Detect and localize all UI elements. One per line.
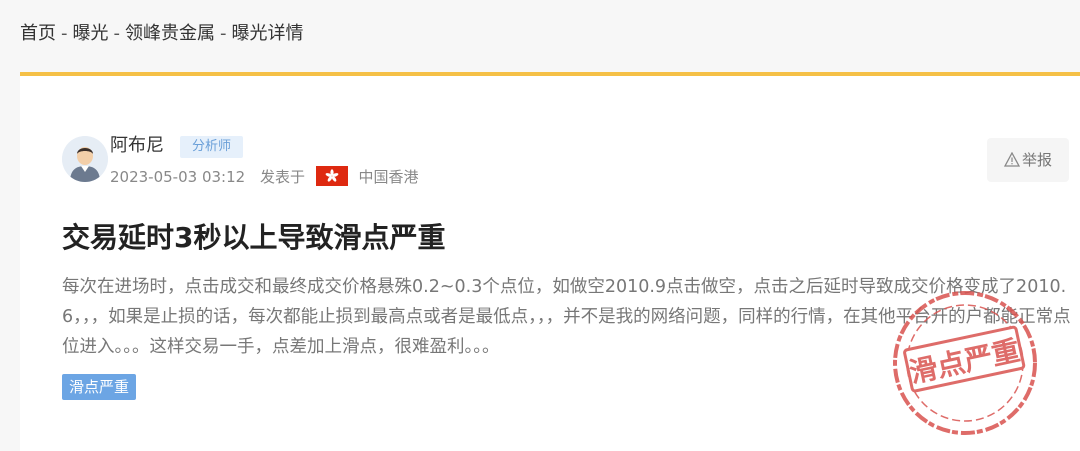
report-button[interactable]: 举报 xyxy=(987,138,1069,182)
breadcrumb-separator: - xyxy=(113,23,121,44)
breadcrumb-separator: - xyxy=(61,23,68,44)
post-tag[interactable]: 滑点严重 xyxy=(62,374,137,400)
published-label: 发表于 xyxy=(259,168,305,186)
post-title: 交易延时3秒以上导致滑点严重 xyxy=(62,221,446,254)
report-label: 举报 xyxy=(1021,151,1052,169)
author-name[interactable]: 阿布尼 xyxy=(110,134,164,158)
breadcrumb-exposure[interactable]: 曝光 xyxy=(73,23,109,44)
post-card: 阿布尼 分析师 2023-05-03 03:12 发表于 中国香港 举报 交易延… xyxy=(20,72,1080,451)
breadcrumb-home[interactable]: 首页 xyxy=(20,23,56,44)
post-location: 中国香港 xyxy=(358,168,419,186)
hong-kong-flag-icon xyxy=(315,166,348,186)
role-badge: 分析师 xyxy=(180,136,244,158)
breadcrumb: 首页 - 曝光 - 领峰贵金属 - 曝光详情 xyxy=(20,20,304,48)
user-avatar-icon[interactable] xyxy=(62,136,108,182)
breadcrumb-current: 曝光详情 xyxy=(231,23,304,44)
breadcrumb-broker[interactable]: 领峰贵金属 xyxy=(125,23,215,44)
post-meta: 2023-05-03 03:12 发表于 中国香港 xyxy=(110,166,419,188)
breadcrumb-separator: - xyxy=(220,23,227,44)
post-date: 2023-05-03 03:12 xyxy=(110,168,246,186)
warning-icon xyxy=(1003,140,1021,184)
stamp-seal: 滑点严重 xyxy=(890,288,1040,438)
